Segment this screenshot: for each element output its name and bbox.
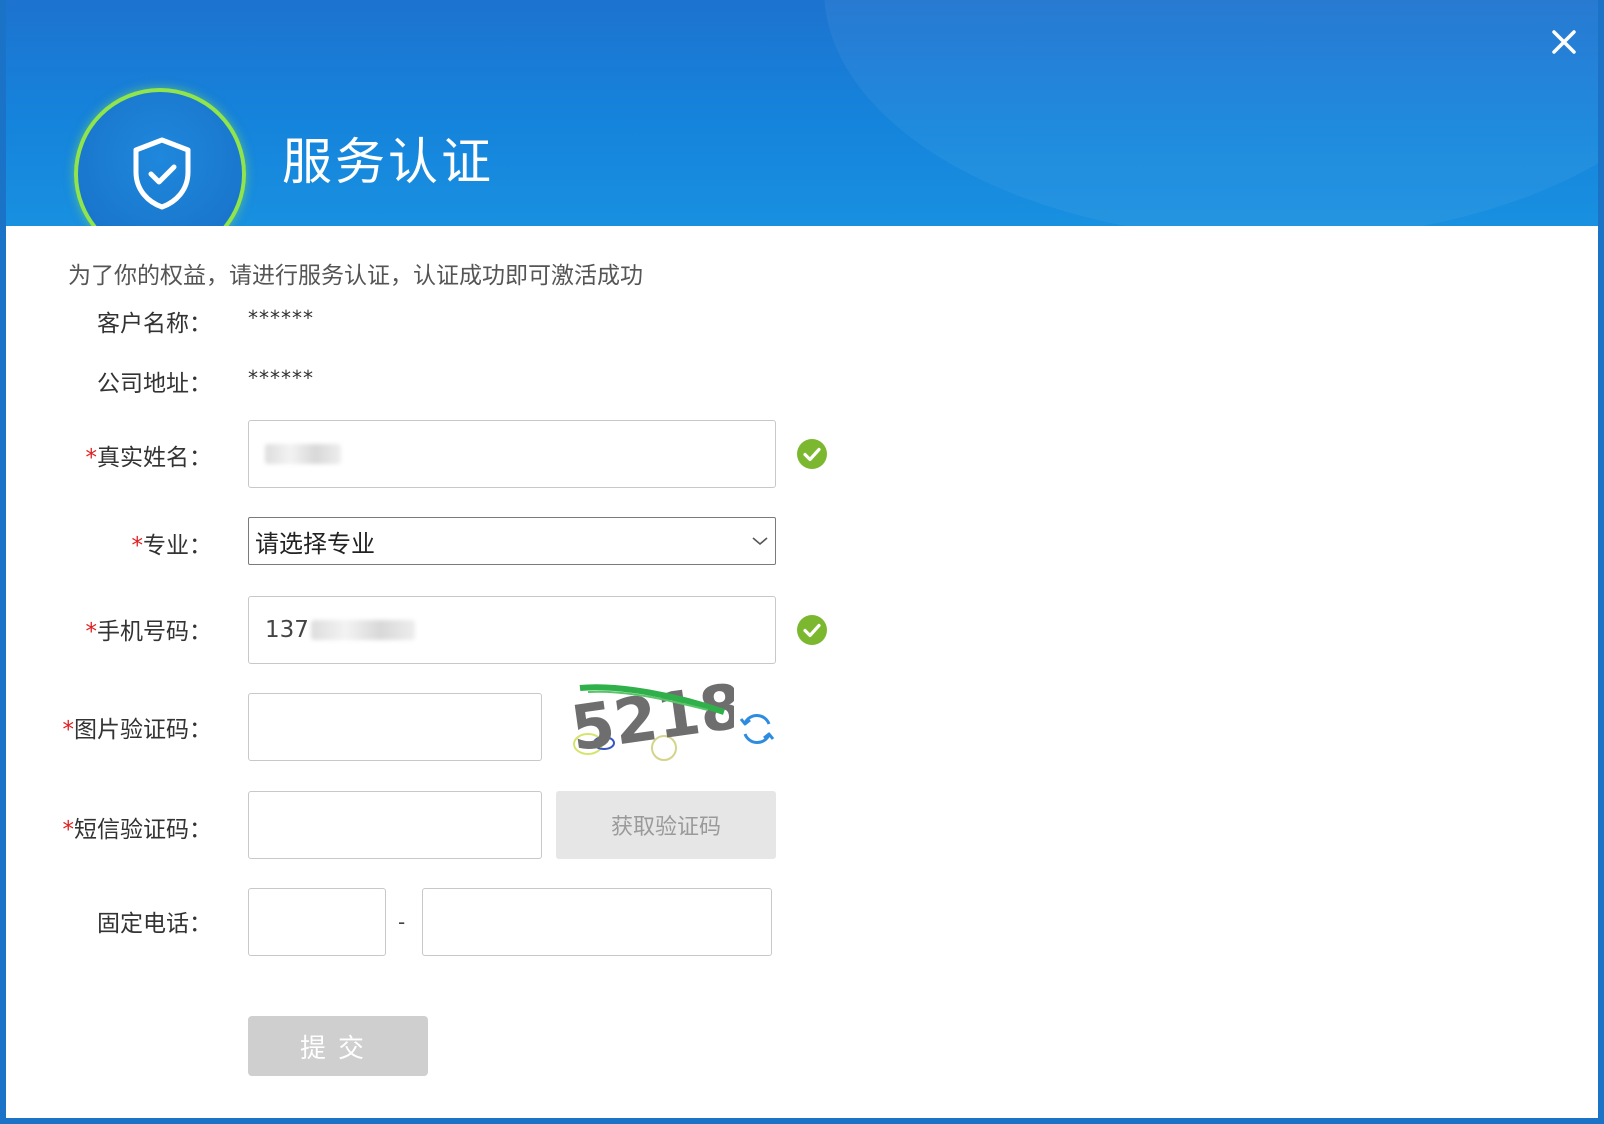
customer-name-value: ******: [248, 306, 314, 330]
image-code-label: *图片验证码：: [62, 710, 213, 744]
sms-code-label-text: 短信验证码：: [74, 817, 212, 843]
close-button[interactable]: [1546, 24, 1582, 60]
image-code-label-text: 图片验证码：: [74, 717, 212, 743]
required-mark: *: [85, 619, 98, 645]
company-address-label: 公司地址：: [97, 371, 212, 397]
required-mark: *: [131, 533, 144, 559]
sms-code-input[interactable]: [248, 791, 542, 859]
intro-text: 为了你的权益，请进行服务认证，认证成功即可激活成功: [68, 263, 643, 289]
major-label: *专业：: [62, 526, 213, 560]
badge-circle: [74, 88, 246, 226]
required-mark: *: [85, 445, 98, 471]
dialog-title: 服务认证: [282, 133, 494, 191]
real-name-label: *真实姓名：: [62, 438, 213, 472]
captcha-image[interactable]: 5218: [568, 682, 734, 768]
auth-dialog: 服务认证 为了你的权益，请进行服务认证，认证成功即可激活成功 客户名称： ***…: [0, 0, 1604, 1124]
submit-button[interactable]: 提交: [248, 1016, 428, 1076]
masked-name: [265, 444, 341, 464]
real-name-label-text: 真实姓名：: [97, 445, 212, 471]
phone-value-prefix: 137: [265, 617, 309, 643]
major-select[interactable]: 请选择专业: [248, 517, 776, 565]
customer-name-label: 客户名称：: [97, 311, 212, 337]
landline-label: 固定电话：: [97, 911, 212, 937]
chevron-down-icon: [752, 537, 768, 546]
major-selected: 请选择专业: [255, 529, 375, 558]
landline-number-input[interactable]: [422, 888, 772, 956]
required-mark: *: [62, 817, 75, 843]
valid-check-icon: [797, 615, 827, 645]
shield-check-icon: [133, 137, 191, 210]
sms-code-label: *短信验证码：: [62, 810, 213, 844]
close-icon: [1552, 30, 1576, 54]
company-address-value: ******: [248, 366, 314, 390]
major-label-text: 专业：: [143, 533, 212, 559]
phone-label-text: 手机号码：: [97, 619, 212, 645]
dialog-header: 服务认证: [6, 0, 1598, 226]
masked-phone: [310, 620, 415, 640]
landline-separator: -: [398, 910, 406, 934]
valid-check-icon: [797, 439, 827, 469]
get-code-button[interactable]: 获取验证码: [556, 791, 776, 859]
phone-input[interactable]: 137: [248, 596, 776, 664]
phone-label: *手机号码：: [62, 612, 213, 646]
form-body: 为了你的权益，请进行服务认证，认证成功即可激活成功 客户名称： ****** 公…: [6, 226, 1598, 1118]
required-mark: *: [62, 717, 75, 743]
real-name-input[interactable]: [248, 420, 776, 488]
refresh-icon[interactable]: [738, 710, 776, 748]
landline-area-input[interactable]: [248, 888, 386, 956]
image-code-input[interactable]: [248, 693, 542, 761]
